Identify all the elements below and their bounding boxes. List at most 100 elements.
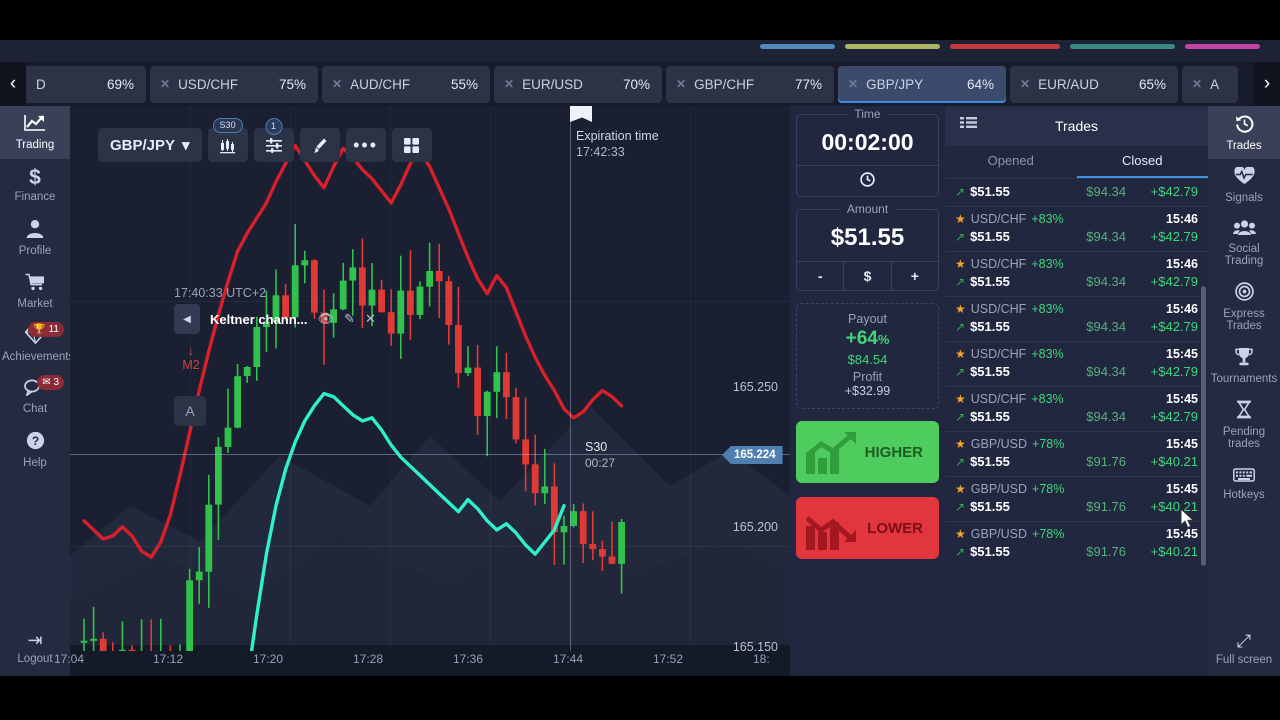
trade-row[interactable]: ★ GBP/USD +78% 15:45 ↗ $51.55 $91.76 +$40.21 bbox=[945, 431, 1208, 476]
list-icon[interactable] bbox=[945, 117, 991, 135]
chart-area[interactable]: GBP/JPY ▾ S30 1 ••• 17:40:33 UTC+2 ◀ Kel… bbox=[70, 106, 790, 676]
y-axis-label: 165.250 bbox=[732, 380, 778, 394]
timeframe-pill: S30 bbox=[212, 118, 243, 133]
browser-tab-indicator[interactable] bbox=[1070, 44, 1175, 49]
sidebar-item-chat[interactable]: ✉ 3 Chat bbox=[0, 371, 70, 423]
browser-tab-indicator[interactable] bbox=[845, 44, 940, 49]
asset-tabs-prev-arrow[interactable]: ‹ bbox=[0, 62, 26, 106]
sidebar-item-help[interactable]: ? Help bbox=[0, 423, 70, 477]
trade-row[interactable]: ★ USD/CHF +83% 15:45 ↗ $51.55 $94.34 +$42.79 bbox=[945, 341, 1208, 386]
trade-row[interactable]: ★ USD/CHF +83% 15:46 ↗ $51.55 $94.34 +$42.79 bbox=[945, 206, 1208, 251]
drawing-tools-button[interactable] bbox=[299, 128, 340, 162]
trade-row[interactable]: ★ GBP/USD +78% 15:45 ↗ $51.55 $91.76 +$40.21 bbox=[945, 476, 1208, 521]
amount-increment-button[interactable]: + bbox=[890, 262, 938, 290]
trade-amount: $51.55 bbox=[970, 319, 1010, 334]
trades-scrollbar[interactable] bbox=[1201, 286, 1206, 566]
currency-button[interactable]: $ bbox=[843, 262, 890, 290]
time-mode-button[interactable] bbox=[797, 166, 938, 196]
trade-amount: $51.55 bbox=[970, 499, 1010, 514]
sidebar-item-profile[interactable]: Profile bbox=[0, 211, 70, 265]
sidebar-item-label: Trading bbox=[15, 139, 55, 151]
sidebar-item-label: Hotkeys bbox=[1223, 489, 1265, 501]
asset-tabs-next-arrow[interactable]: › bbox=[1254, 62, 1280, 106]
trade-row[interactable]: ★↗$51.55$94.34+$42.79 bbox=[945, 178, 1208, 206]
asset-tab-aud-chf[interactable]: ✕ AUD/CHF 55% bbox=[322, 65, 490, 103]
asset-tab-d[interactable]: D 69% bbox=[26, 65, 146, 103]
tab-opened[interactable]: Opened bbox=[945, 146, 1077, 178]
sidebar-item-tournaments[interactable]: Tournaments bbox=[1208, 339, 1280, 392]
asset-tab-a[interactable]: ✕ A bbox=[1182, 65, 1238, 103]
browser-tab-indicator[interactable] bbox=[1185, 44, 1260, 49]
fullscreen-icon: ⤢ bbox=[1236, 631, 1252, 651]
close-icon[interactable]: ✕ bbox=[332, 77, 342, 91]
sidebar-item-pending-trades[interactable]: Pending trades bbox=[1208, 392, 1280, 457]
trade-closed-amount: $91.76 bbox=[1086, 454, 1126, 469]
close-icon[interactable]: ✕ bbox=[1020, 77, 1030, 91]
asset-tab-payout: 55% bbox=[450, 76, 478, 92]
higher-button[interactable]: HIGHER bbox=[796, 421, 939, 483]
close-icon[interactable]: ✕ bbox=[1192, 77, 1202, 91]
asset-tab-usd-chf[interactable]: ✕ USD/CHF 75% bbox=[150, 65, 318, 103]
expiration-info: Expiration time 17:42:33 bbox=[576, 128, 659, 160]
trade-row[interactable]: ★ USD/CHF +83% 15:46 ↗ $51.55 $94.34 +$42.79 bbox=[945, 296, 1208, 341]
asset-tab-eur-usd[interactable]: ✕ EUR/USD 70% bbox=[494, 65, 662, 103]
lower-button[interactable]: LOWER bbox=[796, 497, 939, 559]
amount-decrement-button[interactable]: - bbox=[797, 262, 843, 290]
more-options-button[interactable]: ••• bbox=[345, 128, 386, 162]
trade-pair: USD/CHF bbox=[970, 302, 1027, 316]
sidebar-item-label: Signals bbox=[1225, 192, 1263, 204]
sidebar-item-full-screen[interactable]: ⤢ Full screen bbox=[1208, 622, 1280, 673]
close-icon[interactable]: ✕ bbox=[504, 77, 514, 91]
layout-button[interactable] bbox=[391, 128, 432, 162]
trend-up-arrow-icon: ↗ bbox=[955, 499, 966, 514]
browser-tab-indicator[interactable] bbox=[760, 44, 835, 49]
sidebar-item-social-trading[interactable]: Social Trading bbox=[1208, 211, 1280, 274]
indicator-collapse-button[interactable]: ◀ bbox=[174, 304, 200, 334]
annotation-tool-button[interactable]: A bbox=[174, 396, 206, 426]
chart-toolbar: GBP/JPY ▾ S30 1 ••• bbox=[98, 118, 432, 162]
close-icon[interactable]: ✕ bbox=[365, 311, 376, 327]
chart-type-button[interactable]: S30 bbox=[207, 118, 248, 162]
asset-tab-eur-aud[interactable]: ✕ EUR/AUD 65% bbox=[1010, 65, 1178, 103]
sidebar-item-express-trades[interactable]: Express Trades bbox=[1208, 274, 1280, 339]
x-axis-label: 17:28 bbox=[353, 652, 384, 666]
trade-row[interactable]: ★ USD/CHF +83% 15:45 ↗ $51.55 $94.34 +$42.79 bbox=[945, 386, 1208, 431]
time-value[interactable]: 00:02:00 bbox=[797, 117, 938, 165]
indicators-button[interactable]: 1 bbox=[253, 118, 294, 162]
time-legend: Time bbox=[847, 107, 888, 121]
partial-browser-tab-strip bbox=[0, 40, 1280, 62]
amount-value[interactable]: $51.55 bbox=[797, 212, 938, 261]
candlestick-icon bbox=[220, 138, 236, 153]
trade-row[interactable]: ★ USD/CHF +83% 15:46 ↗ $51.55 $94.34 +$42.79 bbox=[945, 251, 1208, 296]
close-icon[interactable]: ✕ bbox=[848, 77, 858, 91]
sidebar-item-market[interactable]: Market bbox=[0, 265, 70, 318]
sidebar-item-achievements[interactable]: 🏆 11 Achievements bbox=[0, 318, 74, 371]
star-icon: ★ bbox=[955, 482, 966, 496]
higher-label: HIGHER bbox=[864, 443, 923, 461]
sidebar-item-signals[interactable]: Signals bbox=[1208, 159, 1280, 211]
logout-icon: ⇥ bbox=[27, 630, 43, 650]
pencil-icon[interactable]: ✎ bbox=[344, 311, 355, 327]
sidebar-item-finance[interactable]: $ Finance bbox=[0, 159, 70, 211]
trade-time: 15:46 bbox=[1166, 257, 1198, 271]
asset-tab-name: AUD/CHF bbox=[350, 76, 411, 92]
asset-tab-gbp-chf[interactable]: ✕ GBP/CHF 77% bbox=[666, 65, 834, 103]
asset-tab-gbp-jpy[interactable]: ✕ GBP/JPY 64% bbox=[838, 65, 1006, 103]
trade-time: 15:45 bbox=[1166, 347, 1198, 361]
sidebar-item-trading[interactable]: Trading bbox=[0, 106, 70, 159]
star-icon: ★ bbox=[955, 527, 966, 541]
trade-payout-percent: +78% bbox=[1032, 482, 1065, 496]
symbol-selector-button[interactable]: GBP/JPY ▾ bbox=[98, 128, 202, 162]
asset-tab-name: EUR/AUD bbox=[1038, 76, 1099, 92]
close-icon[interactable]: ✕ bbox=[676, 77, 686, 91]
sidebar-item-trades[interactable]: Trades bbox=[1208, 106, 1280, 159]
star-icon: ★ bbox=[955, 392, 966, 406]
close-icon[interactable]: ✕ bbox=[160, 77, 170, 91]
trade-payout-percent: +78% bbox=[1032, 527, 1065, 541]
eye-icon[interactable]: 👁 bbox=[318, 311, 335, 327]
tab-closed[interactable]: Closed bbox=[1077, 146, 1209, 178]
sidebar-item-label: Tournaments bbox=[1210, 373, 1278, 385]
browser-tab-indicator[interactable] bbox=[950, 44, 1060, 49]
trade-row[interactable]: ★ GBP/USD +78% 15:45 ↗ $51.55 $91.76 +$40.21 bbox=[945, 521, 1208, 566]
sidebar-item-hotkeys[interactable]: Hotkeys bbox=[1208, 457, 1280, 508]
